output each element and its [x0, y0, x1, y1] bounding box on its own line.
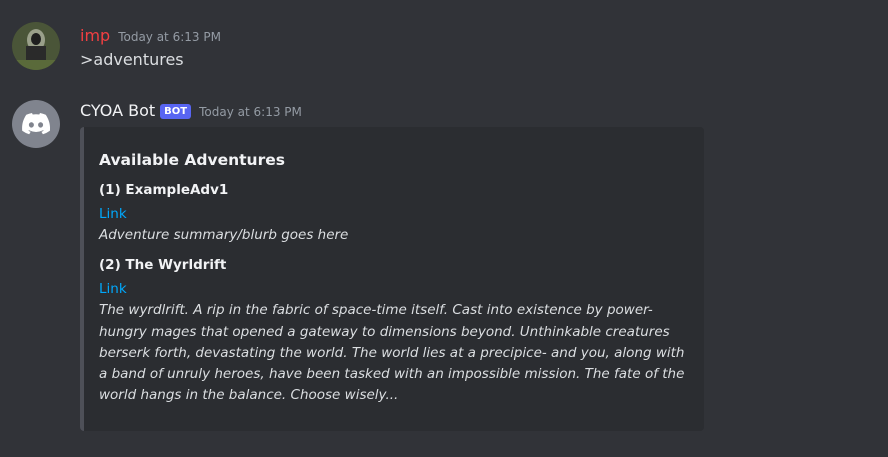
timestamp[interactable]: Today at 6:13 PM — [118, 30, 221, 44]
user-avatar[interactable] — [12, 22, 60, 70]
user-avatar-image — [12, 22, 60, 70]
field-value: The wyrdlrift. A rip in the fabric of sp… — [99, 302, 685, 404]
bot-avatar[interactable] — [12, 100, 60, 148]
bot-badge: BOT — [160, 104, 192, 119]
timestamp[interactable]: Today at 6:13 PM — [199, 105, 302, 119]
message-header: imp Today at 6:13 PM — [80, 26, 221, 45]
message-content: >adventures — [80, 50, 184, 69]
message-header: CYOA Bot BOT Today at 6:13 PM — [80, 101, 302, 121]
adventure-link[interactable]: Link — [99, 278, 688, 300]
field-name: (2) The Wyrldrift — [99, 257, 227, 274]
embed-title: Available Adventures — [99, 151, 285, 169]
field-name: (1) ExampleAdv1 — [99, 182, 229, 198]
discord-logo-icon — [22, 113, 50, 135]
username[interactable]: imp — [80, 26, 110, 45]
message-user: imp Today at 6:13 PM >adventures — [0, 0, 888, 90]
field-value: Adventure summary/blurb goes here — [99, 227, 349, 243]
embed-field: (1) ExampleAdv1 Link Adventure summary/b… — [99, 180, 688, 246]
username[interactable]: CYOA Bot — [80, 101, 155, 120]
embed-field: (2) The Wyrldrift Link The wyrdlrift. A … — [99, 255, 688, 406]
adventure-link[interactable]: Link — [99, 203, 688, 225]
embed: Available Adventures (1) ExampleAdv1 Lin… — [80, 127, 704, 431]
